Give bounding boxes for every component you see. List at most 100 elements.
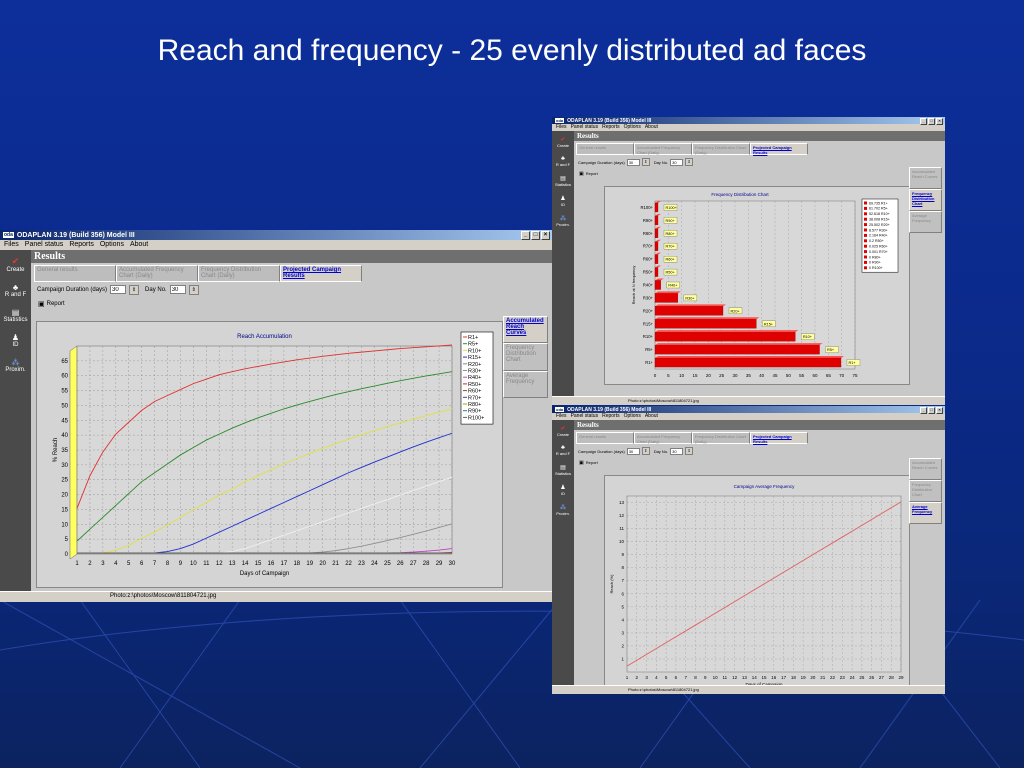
app-window-frequency-distribution[interactable]: oda ODAPLAN 3.19 (Build 356) Model III _… xyxy=(552,117,945,405)
y-tick-label: 4 xyxy=(621,617,624,622)
y-tick-label: 65 xyxy=(61,359,68,365)
window-titlebar[interactable]: oda ODAPLAN 3.19 (Build 356) Model III _… xyxy=(552,406,945,414)
menu-about[interactable]: About xyxy=(645,124,658,131)
tab-general-results[interactable]: General results xyxy=(576,432,634,444)
tab-frequency-distribution[interactable]: Frequency Distribution Chart (Daily) xyxy=(692,432,750,444)
side-tab-frequency-distribution-chart[interactable]: Frequency Distribution Chart xyxy=(503,343,548,371)
window-titlebar[interactable]: oda ODAPLAN 3.19 (Build 356) Model III _… xyxy=(552,117,945,125)
create-tool[interactable]: ✔ Create xyxy=(552,425,574,437)
tab-frequency-distribution[interactable]: Frequency Distribution Chart (Daily) xyxy=(198,265,280,282)
window-titlebar[interactable]: oda ODAPLAN 3.19 (Build 356) Model III _… xyxy=(0,230,552,240)
left-toolbar: ✔ Create ♣ R and F ▤ Statistics ♟ ID ⁂ Proxim… xyxy=(552,131,574,405)
x-tick-label: 50 xyxy=(786,373,792,378)
report-button[interactable]: ▣ Report xyxy=(579,459,945,466)
proxim-tool[interactable]: ⁂ Proxim. xyxy=(552,215,574,227)
id-tool[interactable]: ♟ ID xyxy=(552,484,574,496)
menu-panel-status[interactable]: Panel status xyxy=(571,413,599,420)
day-no-input[interactable] xyxy=(670,158,684,166)
x-tick-label: 27 xyxy=(410,561,417,567)
r-and-f-tool[interactable]: ♣ R and F xyxy=(0,283,31,298)
statistics-tool[interactable]: ▤ Statistics xyxy=(552,175,574,187)
menu-panel-status[interactable]: Panel status xyxy=(25,240,64,250)
id-tool[interactable]: ♟ ID xyxy=(0,333,31,348)
tab-projected-campaign[interactable]: Projected Campaign Results xyxy=(750,432,808,444)
x-tick-label: 13 xyxy=(742,675,748,680)
tab-accumulated-frequency[interactable]: Accumulated Frequency Chart (Daily) xyxy=(634,432,692,444)
statistics-tool[interactable]: ▤ Statistics xyxy=(0,308,31,323)
app-window-average-frequency[interactable]: oda ODAPLAN 3.19 (Build 356) Model III _… xyxy=(552,406,945,694)
close-button[interactable]: × xyxy=(936,118,943,125)
maximize-button[interactable]: □ xyxy=(928,407,935,414)
minimize-button[interactable]: _ xyxy=(920,118,927,125)
y-tick-label: 55 xyxy=(61,389,68,395)
side-tab-average-frequency[interactable]: Average Frequency xyxy=(503,370,548,399)
day-spinner[interactable]: ⇕ xyxy=(685,447,694,455)
menu-panel-status[interactable]: Panel status xyxy=(571,124,599,131)
bar-r10-plus xyxy=(654,332,796,342)
side-tab-average-frequency[interactable]: Average Frequency xyxy=(909,502,942,524)
x-tick-label: 8 xyxy=(166,561,170,567)
menu-reports[interactable]: Reports xyxy=(602,413,620,420)
proxim-tool[interactable]: ⁂ Proxim. xyxy=(552,504,574,516)
menu-files[interactable]: Files xyxy=(4,240,19,250)
maximize-button[interactable]: □ xyxy=(531,231,540,240)
chart-title: Campaign Average Frequency xyxy=(734,484,795,489)
campaign-duration-input[interactable] xyxy=(626,158,640,166)
report-button[interactable]: ▣ Report xyxy=(38,299,552,308)
create-label: Create xyxy=(556,143,569,148)
id-tool[interactable]: ♟ ID xyxy=(552,195,574,207)
duration-spinner[interactable]: ⇕ xyxy=(641,158,650,166)
tab-projected-campaign[interactable]: Projected Campaign Results xyxy=(280,265,362,282)
menu-reports[interactable]: Reports xyxy=(69,240,94,250)
report-icon: ▣ xyxy=(579,170,584,177)
r-and-f-tool[interactable]: ♣ R and F xyxy=(552,156,574,167)
menu-files[interactable]: Files xyxy=(556,124,567,131)
campaign-duration-input[interactable] xyxy=(626,447,640,455)
side-tab-frequency-distribution-chart[interactable]: Frequency Distribution Chart xyxy=(909,480,942,502)
campaign-duration-label: Campaign Duration (days) xyxy=(578,448,625,454)
side-tab-average-frequency[interactable]: Average Frequency xyxy=(909,211,942,233)
side-tab-accumulated-reach-curves[interactable]: Accumulated Reach Curves xyxy=(909,167,942,189)
tab-accumulated-frequency[interactable]: Accumulated Frequency Chart (Daily) xyxy=(634,143,692,155)
side-tab-accumulated-reach-curves[interactable]: Accumulated Reach Curves xyxy=(909,458,942,480)
results-header: Results xyxy=(574,131,945,141)
maximize-button[interactable]: □ xyxy=(928,118,935,125)
day-spinner[interactable]: ⇕ xyxy=(685,158,694,166)
day-no-input[interactable] xyxy=(169,285,186,294)
tab-projected-campaign[interactable]: Projected Campaign Results xyxy=(750,143,808,155)
x-tick-label: 40 xyxy=(759,373,765,378)
r-and-f-tool[interactable]: ♣ R and F xyxy=(552,445,574,456)
x-tick-label: 15 xyxy=(761,675,767,680)
side-tab-frequency-distribution-chart[interactable]: Frequency Distribution Chart xyxy=(909,189,942,211)
create-tool[interactable]: ✔ Create xyxy=(0,256,31,273)
day-spinner[interactable]: ⇕ xyxy=(188,284,199,295)
tab-general-results[interactable]: General results xyxy=(34,265,116,282)
minimize-button[interactable]: _ xyxy=(920,407,927,414)
menu-options[interactable]: Options xyxy=(624,413,641,420)
proxim-tool[interactable]: ⁂ Proxim. xyxy=(0,358,31,373)
y-tick-label: R15+ xyxy=(643,321,654,326)
statistics-tool[interactable]: ▤ Statistics xyxy=(552,464,574,476)
tab-general-results[interactable]: General results xyxy=(576,143,634,155)
menu-reports[interactable]: Reports xyxy=(602,124,620,131)
campaign-duration-input[interactable] xyxy=(110,285,127,294)
app-window-reach[interactable]: oda ODAPLAN 3.19 (Build 356) Model III _… xyxy=(0,230,552,602)
side-tab-accumulated-reach-curves[interactable]: Accumulated Reach Curves xyxy=(503,316,548,344)
close-button[interactable]: × xyxy=(936,407,943,414)
tab-frequency-distribution[interactable]: Frequency Distribution Chart (Daily) xyxy=(692,143,750,155)
minimize-button[interactable]: _ xyxy=(521,231,530,240)
day-no-input[interactable] xyxy=(670,447,684,455)
close-button[interactable]: × xyxy=(541,231,550,240)
bar-r100-plus xyxy=(654,202,659,213)
menu-options[interactable]: Options xyxy=(100,240,124,250)
report-button[interactable]: ▣ Report xyxy=(579,170,945,177)
duration-spinner[interactable]: ⇕ xyxy=(129,284,140,295)
statistics-label: Statistics xyxy=(3,317,28,323)
duration-spinner[interactable]: ⇕ xyxy=(641,447,650,455)
menu-about[interactable]: About xyxy=(130,240,148,250)
menu-about[interactable]: About xyxy=(645,413,658,420)
menu-options[interactable]: Options xyxy=(624,124,641,131)
tab-accumulated-frequency[interactable]: Accumulated Frequency Chart (Daily) xyxy=(116,265,198,282)
create-tool[interactable]: ✔ Create xyxy=(552,136,574,148)
menu-files[interactable]: Files xyxy=(556,413,567,420)
